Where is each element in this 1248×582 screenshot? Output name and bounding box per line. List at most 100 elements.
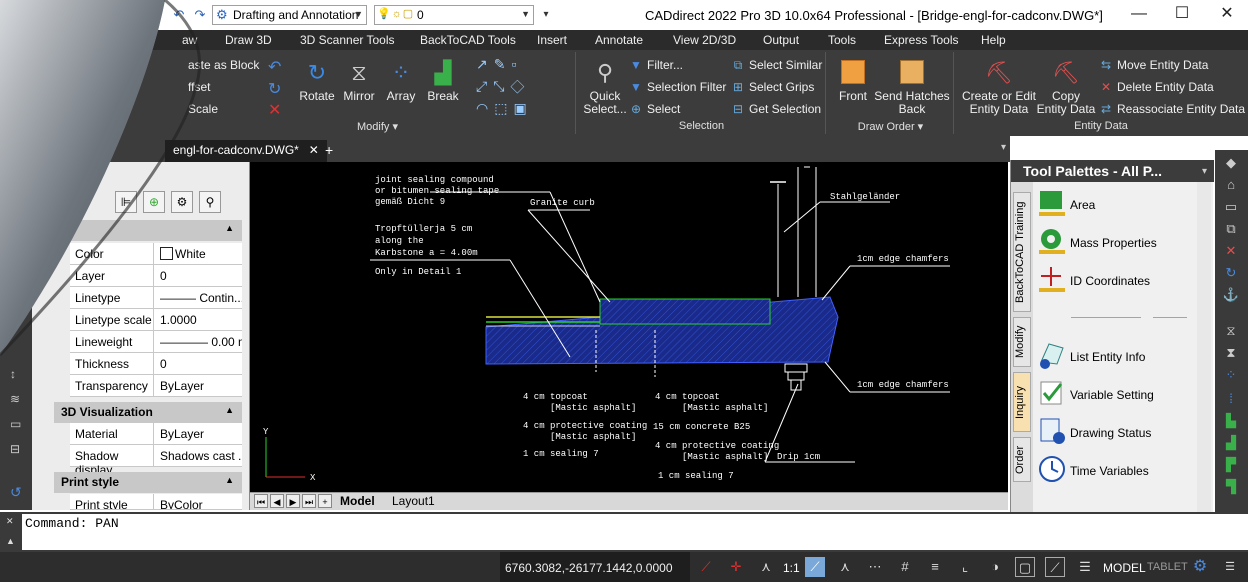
redo-icon[interactable]: ↷ <box>191 6 209 24</box>
draw-order-panel-label[interactable]: Draw Order ▾ <box>828 120 953 134</box>
paste-as-block-button[interactable]: aste as Block <box>188 58 259 72</box>
select-button[interactable]: ⊕ Select <box>628 102 680 116</box>
prev-tab-button[interactable]: ◀ <box>270 494 284 508</box>
maximize-button[interactable]: ☐ <box>1167 4 1197 24</box>
command-input[interactable]: Command: PAN <box>22 514 1248 550</box>
osnap-tracking-icon[interactable]: ⋯ <box>865 557 885 577</box>
general-section-header[interactable]: al ▲ <box>54 220 242 241</box>
palette-item-list-entity-info[interactable]: List Entity Info <box>1035 338 1195 372</box>
tab-draw[interactable]: aw <box>182 33 197 47</box>
property-row-lineweight[interactable]: Lineweight———— 0.00 mm <box>70 331 242 353</box>
get-selection-button[interactable]: ⊟ Get Selection <box>730 102 821 116</box>
next-tab-button[interactable]: ▶ <box>286 494 300 508</box>
palette-item-id-coordinates[interactable]: ID Coordinates <box>1035 262 1195 296</box>
array-icon[interactable]: ⁘ <box>1222 366 1240 384</box>
rotate-button[interactable]: ↻ Rotate <box>294 56 340 103</box>
tab-tools[interactable]: Tools <box>828 33 856 47</box>
modify-tools-row1[interactable]: ↗✎▫ <box>476 56 522 73</box>
tool-icon[interactable]: ⌂ <box>1222 176 1240 194</box>
menu-icon[interactable]: ☰ <box>1220 557 1240 577</box>
tool-icon[interactable]: ▛ <box>1222 456 1240 474</box>
select-objects-icon[interactable]: ⚙ <box>171 191 193 213</box>
tab-view[interactable]: View 2D/3D <box>673 33 736 47</box>
property-row-transparency[interactable]: Transparency ByLayer <box>70 375 242 397</box>
tool-icon[interactable]: ▭ <box>10 417 21 431</box>
chevron-down-icon[interactable]: ▾ <box>1202 166 1207 177</box>
property-row-layer[interactable]: Layer 0 <box>70 265 242 287</box>
list-icon[interactable]: ⊫ <box>115 191 137 213</box>
tool-icon[interactable]: ⧉ <box>1222 220 1240 238</box>
tab-modify[interactable]: Modify <box>1013 317 1031 367</box>
tool-icon[interactable]: ≋ <box>10 392 20 406</box>
quick-properties-icon[interactable]: ▢ <box>1015 557 1035 577</box>
quick-select-icon[interactable]: ⚲ <box>199 191 221 213</box>
coordinates-readout[interactable]: 6760.3082,-26177.1442,0.0000 <box>500 552 690 582</box>
delete-icon[interactable]: ✕ <box>268 100 281 120</box>
selection-filter-button[interactable]: ▼ Selection Filter <box>628 80 726 94</box>
3d-visualization-section-header[interactable]: 3D Visualization ▲ <box>54 402 242 423</box>
dynamic-input-icon[interactable]: ⌞ <box>955 557 975 577</box>
palette-item-variable-setting[interactable]: Variable Setting <box>1035 376 1195 410</box>
annotation-icon[interactable]: ⟋ <box>805 557 825 577</box>
annotation-scale[interactable]: 1:1 <box>783 561 800 575</box>
palette-item-drawing-status[interactable]: Drawing Status <box>1035 414 1195 448</box>
last-tab-button[interactable]: ⏭ <box>302 494 316 508</box>
property-row-print-style[interactable]: Print style ByColor <box>70 494 242 510</box>
ortho-icon[interactable]: ◑ <box>985 557 1005 577</box>
mirror-icon[interactable]: ⧗ <box>1222 344 1240 362</box>
selection-cycling-icon[interactable]: ⟋ <box>1045 557 1065 577</box>
tool-icon[interactable]: ▜ <box>1222 478 1240 496</box>
modify-tools-row3[interactable]: ◠⬚▣ <box>476 100 533 117</box>
tool-icon[interactable]: ◆ <box>1222 154 1240 172</box>
gear-icon[interactable]: ⚙ <box>1190 557 1210 577</box>
break-button[interactable]: ▟ Break <box>422 56 464 103</box>
tab-backtocad-training[interactable]: BackToCAD Training <box>1013 192 1031 312</box>
tab-3d-scanner-tools[interactable]: 3D Scanner Tools <box>300 33 395 47</box>
document-tab[interactable]: engl-for-cadconv.DWG* ✕ <box>165 140 327 162</box>
workspace-combo[interactable]: ⚙ Drafting and Annotation ▼ <box>212 5 367 25</box>
tool-icon[interactable]: ⊟ <box>10 442 20 456</box>
array-button[interactable]: ⁘ Array <box>380 56 422 103</box>
modify-tools-row2[interactable]: ⤢⤡◇ <box>476 78 530 95</box>
break-icon[interactable]: ▙ <box>1222 412 1240 430</box>
array-icon[interactable]: ⁞ <box>1222 390 1240 408</box>
osnap-icon[interactable]: ⋏ <box>835 557 855 577</box>
rotate-icon[interactable]: ↻ <box>1222 264 1240 282</box>
palette-item-area[interactable]: Area <box>1035 186 1195 220</box>
tab-annotate[interactable]: Annotate <box>595 33 643 47</box>
drawing-canvas[interactable]: joint sealing compound or bitumen sealin… <box>250 162 1008 492</box>
tool-icon[interactable]: ▟ <box>1222 434 1240 452</box>
print-style-section-header[interactable]: Print style ▲ <box>54 472 242 493</box>
select-grips-button[interactable]: ⊞ Select Grips <box>730 80 814 94</box>
tool-icon[interactable]: ↺ <box>10 484 22 501</box>
scale-button[interactable]: Scale <box>188 102 218 116</box>
close-icon[interactable]: ✕ <box>309 143 319 157</box>
first-tab-button[interactable]: ⏮ <box>254 494 268 508</box>
tablet-toggle[interactable]: TABLET <box>1147 561 1188 573</box>
redo-arrow-icon[interactable]: ↻ <box>268 79 281 99</box>
palette-scrollbar[interactable] <box>1197 182 1211 512</box>
minimize-button[interactable]: — <box>1124 4 1154 24</box>
tool-icon[interactable]: ↕ <box>10 367 16 381</box>
tab-draw-3d[interactable]: Draw 3D <box>225 33 272 47</box>
mirror-button[interactable]: ⧖ Mirror <box>338 56 380 103</box>
property-row-material[interactable]: Material ByLayer <box>70 423 242 445</box>
filter-button[interactable]: ▼ Filter... <box>628 58 683 72</box>
undo-icon[interactable]: ↶ <box>170 6 188 24</box>
tab-express-tools[interactable]: Express Tools <box>884 33 958 47</box>
property-row-thickness[interactable]: Thickness 0 <box>70 353 242 375</box>
add-layout-button[interactable]: + <box>318 494 332 508</box>
offset-button[interactable]: ffset <box>188 80 210 94</box>
close-button[interactable]: ✕ <box>1212 4 1242 24</box>
add-icon[interactable]: ⊕ <box>143 191 165 213</box>
palette-item-time-variables[interactable]: Time Variables <box>1035 452 1195 486</box>
lineweight-icon[interactable]: ≡ <box>925 557 945 577</box>
delete-icon[interactable]: ✕ <box>1222 242 1240 260</box>
tab-inquiry[interactable]: Inquiry <box>1013 372 1031 432</box>
polar-icon[interactable]: ⋏ <box>756 557 776 577</box>
mirror-icon[interactable]: ⧖ <box>1222 322 1240 340</box>
tab-model[interactable]: Model <box>340 494 375 508</box>
grid-snap-icon[interactable]: ⟋ <box>696 557 716 577</box>
grid-icon[interactable]: # <box>895 557 915 577</box>
model-space-toggle[interactable]: MODEL <box>1103 561 1146 575</box>
